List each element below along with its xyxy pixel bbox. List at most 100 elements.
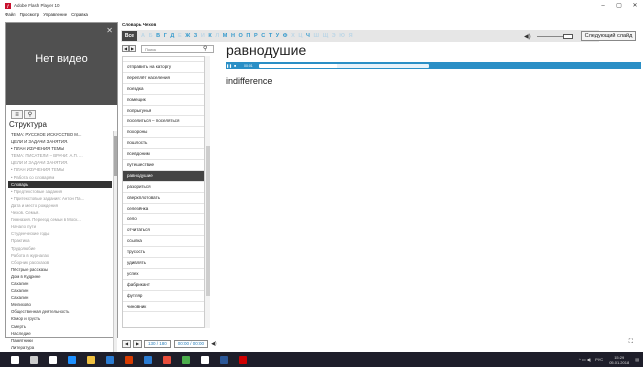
word-item[interactable]: разориться: [123, 182, 204, 193]
prev-word-icon[interactable]: ◀: [122, 45, 129, 52]
audio-progress-track[interactable]: [258, 63, 429, 68]
alpha-all-button[interactable]: Все: [122, 31, 137, 41]
alpha-letter[interactable]: К: [208, 33, 211, 39]
fullscreen-icon[interactable]: ⛶: [629, 339, 633, 346]
structure-item[interactable]: Начало пути: [8, 223, 112, 230]
structure-item[interactable]: • Работа со словарём: [8, 174, 112, 181]
word-item[interactable]: селезёнка: [123, 204, 204, 215]
notification-icon[interactable]: ▤: [635, 357, 639, 362]
word-item[interactable]: переплёт населения: [123, 73, 204, 84]
word-item[interactable]: ссылка: [123, 236, 204, 248]
taskbar-app-icon[interactable]: [125, 355, 133, 364]
structure-item[interactable]: Мелихово: [8, 301, 112, 308]
maximize-button[interactable]: ▢: [611, 0, 627, 11]
structure-item[interactable]: Пёстрые рассказы: [8, 266, 112, 273]
structure-item[interactable]: Сахалин: [8, 280, 112, 287]
play-icon[interactable]: ▶: [133, 339, 142, 348]
next-slide-button[interactable]: Следующий слайд: [580, 31, 637, 41]
word-item[interactable]: трусость: [123, 247, 204, 259]
taskbar-app-icon[interactable]: [49, 355, 57, 364]
structure-item[interactable]: Смерть: [8, 323, 112, 330]
volume-slider[interactable]: [536, 35, 565, 37]
structure-item[interactable]: ТЕМА: РУССКОЕ ИСКУССТВО М...: [8, 131, 112, 138]
search-icon[interactable]: ⚲: [203, 45, 207, 52]
word-item[interactable]: равнодушие: [123, 170, 204, 182]
stop-icon[interactable]: ■: [232, 63, 238, 68]
structure-item[interactable]: ЦЕЛИ И ЗАДАЧИ ЗАНЯТИЯ.: [8, 138, 112, 145]
structure-item[interactable]: ЦЕЛИ И ЗАДАЧИ ЗАНЯТИЯ.: [8, 159, 112, 166]
menu-control[interactable]: Управление: [43, 12, 67, 17]
alpha-letter[interactable]: Р: [254, 33, 258, 39]
structure-item[interactable]: Литература: [8, 344, 112, 351]
structure-scrollbar[interactable]: [113, 131, 117, 357]
structure-item[interactable]: Сахалин: [8, 287, 112, 294]
alpha-letter[interactable]: Г: [164, 33, 167, 39]
next-word-icon[interactable]: ▶: [129, 45, 136, 52]
taskbar-app-icon[interactable]: [201, 355, 209, 364]
taskbar-app-icon[interactable]: [182, 355, 190, 364]
structure-item[interactable]: Чехов. Семья.: [8, 209, 112, 216]
structure-item[interactable]: Общественная деятельность: [8, 308, 112, 315]
menu-help[interactable]: Справка: [71, 12, 88, 17]
structure-scroll-thumb[interactable]: [114, 136, 117, 176]
volume-slider-handle[interactable]: [562, 33, 573, 39]
word-item[interactable]: путешествие: [123, 160, 204, 171]
word-item[interactable]: помещик: [123, 95, 204, 106]
structure-item[interactable]: • Предтекстовые задания: [8, 188, 112, 195]
structure-item[interactable]: • ПЛАН ИЗУЧЕНИЯ ТЕМЫ: [8, 166, 112, 173]
tray-arrow-icon[interactable]: ^ ▭ ◀): [579, 357, 591, 362]
structure-item[interactable]: Сахалин: [8, 294, 112, 301]
word-item[interactable]: сверхплотовать: [123, 193, 204, 204]
structure-item[interactable]: Трудолюбие: [8, 245, 112, 252]
alpha-letter[interactable]: П: [246, 33, 250, 39]
alpha-letter[interactable]: О: [239, 33, 243, 39]
taskbar-app-icon[interactable]: [220, 355, 228, 364]
structure-item[interactable]: • ПЛАН ИЗУЧЕНИЯ ТЕМЫ: [8, 145, 112, 152]
alpha-letter[interactable]: З: [194, 33, 197, 39]
alpha-letter[interactable]: Ф: [283, 33, 288, 39]
alpha-letter[interactable]: М: [223, 33, 228, 39]
close-button[interactable]: ✕: [627, 0, 643, 11]
taskbar-app-icon[interactable]: [239, 355, 247, 364]
word-item[interactable]: удивлять: [123, 258, 204, 269]
taskbar-app-icon[interactable]: [87, 355, 95, 364]
taskbar-app-icon[interactable]: [144, 355, 152, 364]
taskbar-app-icon[interactable]: [68, 355, 76, 364]
structure-item[interactable]: ТЕМА: ПИСАТЕЛИ – ВРАЧИ: А.П. ...: [8, 152, 112, 159]
alpha-letter[interactable]: Т: [269, 33, 272, 39]
speaker-icon[interactable]: ◀): [211, 341, 217, 347]
taskbar-app-icon[interactable]: [106, 355, 114, 364]
structure-item[interactable]: Наследие: [8, 330, 112, 337]
structure-item[interactable]: Работа в журналах: [8, 252, 112, 259]
structure-item[interactable]: Словарь: [8, 180, 112, 188]
start-icon[interactable]: [11, 355, 19, 364]
language-indicator[interactable]: РУС: [595, 357, 603, 362]
menu-view[interactable]: Просмотр: [20, 12, 40, 17]
word-item[interactable]: псевдоним: [123, 149, 204, 161]
alpha-letter[interactable]: Н: [231, 33, 235, 39]
speaker-icon[interactable]: ◀): [524, 33, 531, 40]
alpha-letter[interactable]: Д: [170, 33, 174, 39]
word-item[interactable]: успех: [123, 269, 204, 280]
tab-search-icon[interactable]: ⚲: [24, 110, 36, 119]
search-icon[interactable]: [30, 355, 38, 364]
menu-file[interactable]: Файл: [5, 12, 16, 17]
alpha-letter[interactable]: Ч: [306, 33, 310, 39]
word-item[interactable]: пошлость: [123, 138, 204, 150]
video-close-icon[interactable]: ✕: [106, 26, 113, 35]
word-scrollbar[interactable]: [204, 56, 210, 328]
word-item[interactable]: отчитаться: [123, 225, 204, 237]
word-item[interactable]: попрыгунья: [123, 106, 204, 117]
word-item[interactable]: поездка: [123, 84, 204, 95]
word-item[interactable]: похороны: [123, 127, 204, 139]
structure-item[interactable]: Практика: [8, 237, 112, 244]
tab-structure-list-icon[interactable]: ≡: [11, 110, 23, 119]
structure-item[interactable]: Юмор и грусть: [8, 315, 112, 322]
word-item[interactable]: село: [123, 214, 204, 226]
alpha-letter[interactable]: Ж: [185, 33, 190, 39]
prev-slide-icon[interactable]: ◀: [122, 339, 131, 348]
structure-item[interactable]: • Притекстовые задания: Антон Па...: [8, 195, 112, 202]
structure-item[interactable]: Памятники: [8, 337, 112, 344]
word-item[interactable]: футляр: [123, 291, 204, 302]
taskbar-app-icon[interactable]: [163, 355, 171, 364]
